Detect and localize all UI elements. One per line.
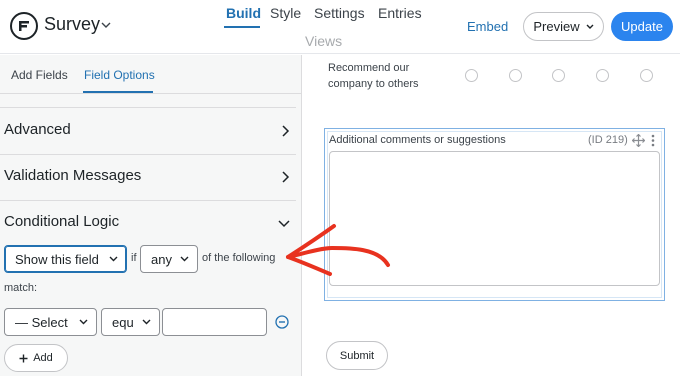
- rating-radio-3[interactable]: [552, 69, 565, 82]
- section-label: Advanced: [4, 121, 71, 138]
- field-select-value: — Select: [15, 314, 68, 330]
- comments-field-label: Additional comments or suggestions: [329, 134, 506, 146]
- tab-field-options[interactable]: Field Options: [84, 68, 155, 82]
- chevron-right-icon: [282, 171, 290, 183]
- tab-settings[interactable]: Settings: [314, 5, 365, 21]
- tab-build[interactable]: Build: [226, 5, 261, 21]
- section-label: Conditional Logic: [4, 213, 120, 230]
- match-type-value: any: [151, 251, 172, 267]
- if-label: if: [131, 252, 137, 264]
- rating-radio-4[interactable]: [596, 69, 609, 82]
- tab-style[interactable]: Style: [270, 5, 301, 21]
- rating-radio-5[interactable]: [640, 69, 653, 82]
- match-label: match:: [4, 282, 38, 294]
- preview-button-label: Preview: [533, 19, 580, 34]
- operator-select[interactable]: equ: [101, 308, 160, 336]
- more-options-icon[interactable]: [651, 134, 655, 147]
- recommend-question-label: Recommend our company to others: [328, 62, 419, 90]
- plus-icon: [19, 354, 28, 362]
- active-tab-underline: [224, 26, 260, 28]
- action-select-value: Show this field: [15, 251, 99, 267]
- match-type-select[interactable]: any: [140, 245, 198, 273]
- rating-radio-1[interactable]: [465, 69, 478, 82]
- add-condition-button[interactable]: Add: [4, 344, 68, 372]
- tab-entries[interactable]: Entries: [378, 5, 422, 21]
- preview-button[interactable]: Preview: [523, 12, 604, 41]
- chevron-right-icon: [282, 125, 290, 137]
- form-title[interactable]: Survey: [44, 14, 100, 35]
- chevron-down-icon: [142, 319, 151, 325]
- chevron-down-icon[interactable]: [101, 20, 111, 30]
- tab-add-fields[interactable]: Add Fields: [11, 68, 68, 82]
- add-button-label: Add: [33, 352, 53, 364]
- section-conditional-logic[interactable]: Conditional Logic: [0, 200, 296, 246]
- section-validation-messages[interactable]: Validation Messages: [0, 154, 296, 200]
- rating-radio-2[interactable]: [509, 69, 522, 82]
- field-id-label: (ID 219): [588, 134, 628, 146]
- chevron-down-icon: [586, 24, 594, 29]
- annotation-arrow-icon: [286, 224, 390, 276]
- top-bar: Survey Build Style Settings Entries View…: [0, 0, 680, 54]
- chevron-down-icon: [180, 256, 189, 262]
- embed-link[interactable]: Embed: [467, 19, 508, 34]
- chevron-down-icon: [79, 319, 88, 325]
- action-select[interactable]: Show this field: [4, 245, 127, 273]
- section-label: Validation Messages: [4, 167, 142, 184]
- remove-condition-icon[interactable]: [275, 315, 289, 329]
- submit-button[interactable]: Submit: [326, 341, 388, 370]
- condition-value-input[interactable]: [162, 308, 267, 336]
- formidable-logo-icon[interactable]: [10, 12, 38, 40]
- following-label: of the following: [202, 252, 276, 264]
- field-select[interactable]: — Select: [4, 308, 97, 336]
- tab-views[interactable]: Views: [305, 33, 342, 49]
- update-button[interactable]: Update: [611, 12, 673, 41]
- chevron-down-icon: [109, 256, 118, 262]
- divider: [0, 93, 301, 94]
- operator-select-value: equ: [112, 314, 134, 330]
- section-advanced[interactable]: Advanced: [0, 108, 296, 154]
- move-icon[interactable]: [632, 134, 645, 147]
